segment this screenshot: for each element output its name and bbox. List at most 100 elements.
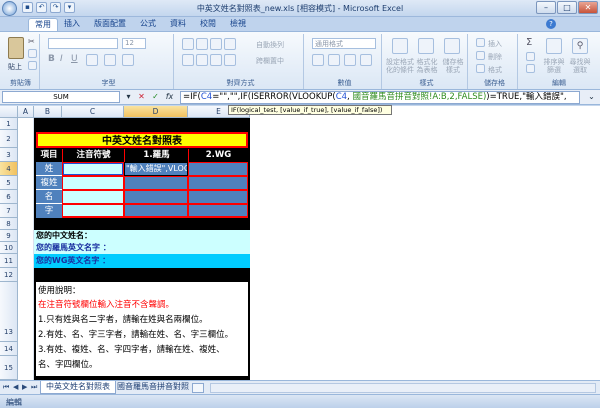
roman-cell-d4-editing[interactable]: "輸入錯誤",VLOOKUP( xyxy=(124,162,188,176)
sort-filter-icon[interactable] xyxy=(546,38,562,54)
align-top-icon[interactable] xyxy=(182,38,194,50)
column-header-d[interactable]: D xyxy=(124,106,188,118)
column-header-a[interactable]: A xyxy=(18,106,34,118)
row-header[interactable]: 8 xyxy=(0,218,18,230)
delete-cells-label[interactable]: 刪除 xyxy=(488,52,502,62)
italic-icon[interactable]: I xyxy=(60,54,63,64)
merge-center-button[interactable]: 跨欄置中 xyxy=(256,56,284,66)
zhuyin-input-c5[interactable] xyxy=(62,176,124,190)
cell-styles-label[interactable]: 儲存格樣式 xyxy=(440,58,466,74)
zhuyin-input-c7[interactable] xyxy=(62,204,124,218)
row-header[interactable]: 9 xyxy=(0,230,18,242)
font-name-box[interactable] xyxy=(48,38,118,49)
row-header[interactable]: 5 xyxy=(0,176,18,190)
insert-cells-label[interactable]: 插入 xyxy=(488,39,502,49)
autosum-icon[interactable]: Σ xyxy=(526,37,532,48)
wg-name-row[interactable]: 您的WG英文名字 ： xyxy=(34,254,250,268)
align-bottom-icon[interactable] xyxy=(210,38,222,50)
item-courtesy-name[interactable]: 字 xyxy=(36,204,62,218)
tab-page-layout[interactable]: 版面配置 xyxy=(88,18,132,31)
close-button[interactable]: ✕ xyxy=(578,1,598,14)
column-a-area[interactable] xyxy=(18,118,34,380)
find-select-label[interactable]: 尋找與選取 xyxy=(568,58,592,74)
border-icon[interactable] xyxy=(86,54,98,66)
underline-icon[interactable]: U xyxy=(71,54,78,64)
font-color-icon[interactable] xyxy=(122,54,134,66)
delete-cells-icon[interactable] xyxy=(476,51,485,60)
number-format-box[interactable]: 通用格式 xyxy=(312,38,376,49)
insert-function-icon[interactable]: fx xyxy=(164,92,175,103)
align-center-icon[interactable] xyxy=(196,54,208,66)
item-surname[interactable]: 姓 xyxy=(36,162,62,176)
chinese-name-row[interactable]: 您的中文姓名： xyxy=(34,230,250,242)
percent-icon[interactable] xyxy=(328,54,340,66)
row-header[interactable]: 2 xyxy=(0,130,18,148)
row-header[interactable]: 7 xyxy=(0,204,18,218)
minimize-button[interactable]: – xyxy=(536,1,556,14)
conditional-format-icon[interactable] xyxy=(392,38,408,54)
row-header[interactable]: 10 xyxy=(0,242,18,254)
format-cells-icon[interactable] xyxy=(476,64,485,73)
header-wg[interactable]: 2.WG xyxy=(188,149,248,162)
roman-cell-d6[interactable] xyxy=(124,190,188,204)
redo-icon[interactable]: ↷ xyxy=(50,2,61,13)
cancel-formula-icon[interactable]: ✕ xyxy=(136,92,147,103)
expand-formula-bar-icon[interactable]: ⌄ xyxy=(586,92,597,103)
undo-icon[interactable]: ↶ xyxy=(36,2,47,13)
comma-icon[interactable] xyxy=(344,54,356,66)
next-sheet-icon[interactable]: ▶ xyxy=(22,383,27,391)
align-left-icon[interactable] xyxy=(182,54,194,66)
item-given-name[interactable]: 名 xyxy=(36,190,62,204)
cut-icon[interactable]: ✂ xyxy=(28,37,35,46)
tab-review[interactable]: 校閱 xyxy=(194,18,222,31)
orientation-icon[interactable] xyxy=(224,38,236,50)
name-box-dropdown-icon[interactable]: ▾ xyxy=(123,92,134,103)
table-format-label[interactable]: 格式化為表格 xyxy=(414,58,440,74)
column-header-c[interactable]: C xyxy=(62,106,124,118)
align-middle-icon[interactable] xyxy=(196,38,208,50)
wg-cell-e4[interactable] xyxy=(188,162,248,176)
format-painter-icon[interactable] xyxy=(28,61,37,70)
wg-cell-e5[interactable] xyxy=(188,176,248,190)
new-sheet-icon[interactable] xyxy=(192,383,204,393)
select-all-corner[interactable] xyxy=(0,106,18,118)
tab-formulas[interactable]: 公式 xyxy=(134,18,162,31)
table-title[interactable]: 中英文姓名對照表 xyxy=(36,132,248,148)
row-header[interactable]: 11 xyxy=(0,254,18,268)
fill-icon[interactable] xyxy=(526,52,535,61)
column-header-b[interactable]: B xyxy=(34,106,62,118)
row-header[interactable]: 13 xyxy=(0,282,18,342)
sheet-tab-name-table[interactable]: 中英文姓名對照表 xyxy=(40,381,116,394)
currency-icon[interactable] xyxy=(312,54,324,66)
copy-icon[interactable] xyxy=(28,49,37,58)
row-header[interactable]: 14 xyxy=(0,342,18,356)
row-header[interactable]: 1 xyxy=(0,118,18,130)
insert-cells-icon[interactable] xyxy=(476,38,485,47)
roman-cell-d5[interactable] xyxy=(124,176,188,190)
bold-icon[interactable]: B xyxy=(48,54,55,64)
format-cells-label[interactable]: 格式 xyxy=(488,65,502,75)
row-header[interactable]: 4 xyxy=(0,162,18,176)
last-sheet-icon[interactable]: ⏭ xyxy=(31,383,37,392)
name-box[interactable]: SUM xyxy=(2,91,120,103)
roman-cell-d7[interactable] xyxy=(124,204,188,218)
tab-home[interactable]: 常用 xyxy=(28,18,58,31)
tab-data[interactable]: 資料 xyxy=(164,18,192,31)
row-header[interactable]: 15 xyxy=(0,356,18,380)
help-icon[interactable]: ? xyxy=(546,19,556,29)
conditional-format-label[interactable]: 設定格式化的條件 xyxy=(386,58,414,74)
instructions-box[interactable]: 使用說明： 在注音符號欄位輸入注音不含聲調。 1.只有姓與名二字者，請輸在姓與名… xyxy=(36,282,248,376)
prev-sheet-icon[interactable]: ◀ xyxy=(13,383,18,391)
row-header[interactable]: 3 xyxy=(0,148,18,162)
row-header[interactable]: 6 xyxy=(0,190,18,204)
office-button[interactable] xyxy=(2,1,17,16)
table-format-icon[interactable] xyxy=(418,38,434,54)
header-item[interactable]: 項目 xyxy=(36,149,62,162)
sort-filter-label[interactable]: 排序與篩選 xyxy=(542,58,566,74)
item-compound-surname[interactable]: 複姓 xyxy=(36,176,62,190)
maximize-button[interactable]: □ xyxy=(557,1,577,14)
wg-cell-e6[interactable] xyxy=(188,190,248,204)
sheet-tab-pinyin-table[interactable]: 國音羅馬音拼音對照 xyxy=(112,381,194,394)
wg-cell-e7[interactable] xyxy=(188,204,248,218)
header-roman[interactable]: 1.羅馬 xyxy=(124,149,188,162)
